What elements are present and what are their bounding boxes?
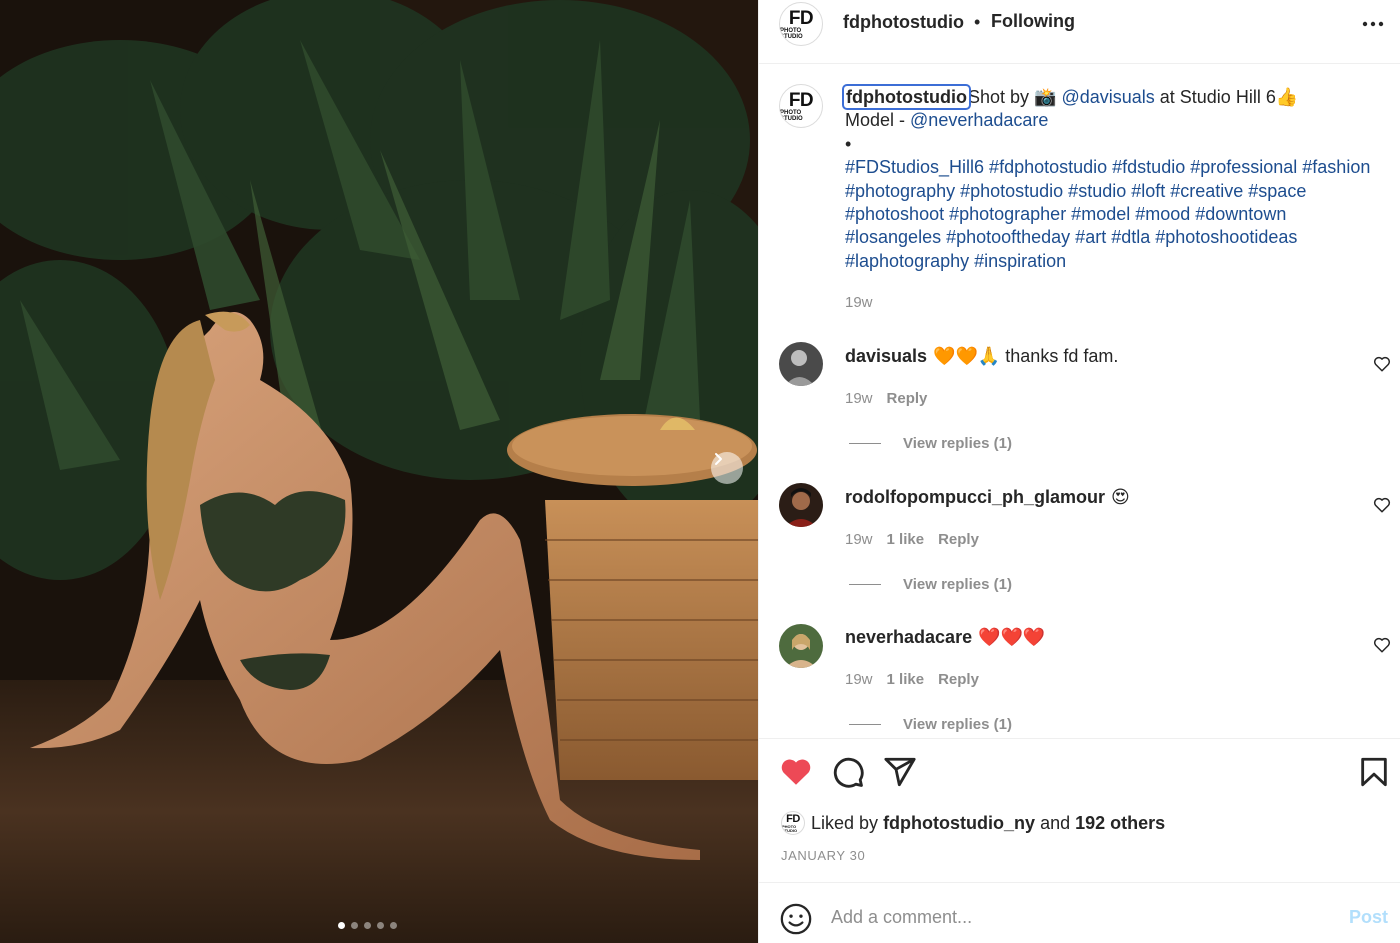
following-button[interactable]: Following	[991, 11, 1075, 32]
carousel-dot	[338, 922, 345, 929]
liked-by-and: and	[1040, 813, 1071, 833]
comment-like-button[interactable]	[1373, 496, 1391, 514]
comment-username[interactable]: rodolfopompucci_ph_glamour	[845, 487, 1105, 507]
caption-text: Shot by 📸	[967, 87, 1062, 107]
carousel-dot	[351, 922, 358, 929]
caption-text: at Studio Hill 6👍	[1154, 87, 1299, 107]
share-icon	[884, 757, 916, 787]
author-avatar[interactable]: FD PHOTO STUDIO	[779, 2, 823, 46]
author-username[interactable]: fdphotostudio	[843, 12, 964, 33]
view-replies-label: View replies (1)	[903, 435, 1012, 452]
comment-likes[interactable]: 1 like	[887, 671, 925, 688]
more-options-button[interactable]	[1359, 12, 1389, 36]
heart-icon	[1373, 637, 1391, 653]
view-replies-label: View replies (1)	[903, 576, 1012, 593]
caption-timestamp: 19w	[845, 294, 873, 311]
view-replies-label: View replies (1)	[903, 716, 1012, 733]
header-separator: •	[974, 12, 981, 32]
caption-bullet: •	[845, 133, 852, 154]
liked-by-prefix: Liked by	[811, 813, 879, 833]
action-bar: FD PHOTO STUDIO Liked by fdphotostudio_n…	[759, 738, 1400, 882]
view-replies-button[interactable]: View replies (1)	[849, 716, 1012, 733]
comment-icon	[833, 757, 864, 788]
reply-button[interactable]: Reply	[938, 531, 979, 548]
comment-username[interactable]: neverhadacare	[845, 627, 972, 647]
liked-by-others[interactable]: 192 others	[1075, 813, 1165, 833]
post-date[interactable]: JANUARY 30	[781, 848, 865, 863]
logo-subtext: PHOTO STUDIO	[780, 109, 803, 122]
post-header: FD PHOTO STUDIO fdphotostudio • Followin…	[759, 0, 1400, 64]
carousel-dots	[338, 922, 397, 929]
save-button[interactable]	[1357, 755, 1391, 789]
heart-icon	[1373, 497, 1391, 513]
comment-composer: Post	[759, 882, 1400, 943]
comment-time: 19w	[845, 671, 873, 688]
replies-divider	[849, 443, 881, 444]
avatar[interactable]	[779, 342, 823, 386]
caption-username[interactable]: fdphotostudio	[842, 84, 971, 110]
comment-likes[interactable]: 1 like	[887, 531, 925, 548]
more-icon	[1362, 21, 1384, 27]
comment-body: 🧡🧡🙏 thanks fd fam.	[933, 346, 1119, 366]
carousel-dot	[377, 922, 384, 929]
caption-text: Model -	[845, 110, 911, 131]
post-photo	[0, 0, 758, 943]
avatar[interactable]	[779, 483, 823, 527]
carousel-dot	[390, 922, 397, 929]
photographer-mention[interactable]: @davisuals	[1061, 87, 1154, 107]
avatar-image	[779, 342, 823, 386]
comment-body: ❤️❤️❤️	[978, 627, 1046, 647]
heart-icon	[1373, 356, 1391, 372]
bookmark-icon	[1361, 757, 1387, 787]
replies-divider	[849, 584, 881, 585]
comment-text: neverhadacare ❤️❤️❤️	[845, 627, 1045, 648]
view-replies-button[interactable]: View replies (1)	[849, 576, 1012, 593]
liked-by: Liked by fdphotostudio_ny and 192 others	[811, 813, 1165, 834]
liked-by-avatar[interactable]: FD PHOTO STUDIO	[781, 811, 805, 835]
comment-body: 😍	[1111, 487, 1130, 507]
comment-text: rodolfopompucci_ph_glamour 😍	[845, 487, 1130, 508]
logo-subtext: PHOTO STUDIO	[780, 27, 803, 40]
comment-time: 19w	[845, 390, 873, 407]
liked-by-user[interactable]: fdphotostudio_ny	[883, 813, 1035, 833]
carousel-dot	[364, 922, 371, 929]
logo-text: FD	[786, 812, 800, 825]
comment-username[interactable]: davisuals	[845, 346, 927, 366]
logo-subtext: PHOTO STUDIO	[782, 823, 798, 833]
model-mention[interactable]: @neverhadacare	[910, 110, 1048, 130]
chevron-right-icon	[715, 453, 722, 465]
comment-meta: 19w 1 like Reply	[845, 531, 979, 548]
reply-button[interactable]: Reply	[938, 671, 979, 688]
comment-like-button[interactable]	[1373, 636, 1391, 654]
post-media[interactable]	[0, 0, 758, 943]
carousel-next-button[interactable]	[711, 452, 743, 484]
comment-like-button[interactable]	[1373, 355, 1391, 373]
comment-button[interactable]	[831, 755, 865, 789]
comment-meta: 19w Reply	[845, 390, 927, 407]
view-replies-button[interactable]: View replies (1)	[849, 435, 1012, 452]
avatar-image	[779, 624, 823, 668]
post-comment-button[interactable]: Post	[1349, 907, 1388, 928]
heart-icon	[781, 759, 811, 785]
comment-text: davisuals 🧡🧡🙏 thanks fd fam.	[845, 346, 1118, 367]
emoji-button[interactable]	[779, 902, 813, 936]
replies-divider	[849, 724, 881, 725]
avatar-image	[779, 483, 823, 527]
logo-text: FD	[788, 89, 814, 111]
comment-input[interactable]	[831, 901, 1311, 933]
like-button[interactable]	[779, 755, 813, 789]
comment-meta: 19w 1 like Reply	[845, 671, 979, 688]
logo-text: FD	[788, 7, 814, 29]
emoji-icon	[780, 903, 812, 935]
comment-time: 19w	[845, 531, 873, 548]
post-panel: FD PHOTO STUDIO fdphotostudio • Followin…	[758, 0, 1400, 943]
avatar[interactable]	[779, 624, 823, 668]
caption-hashtags[interactable]: #FDStudios_Hill6 #fdphotostudio #fdstudi…	[845, 156, 1385, 273]
post-caption: fdphotostudioShot by 📸 @davisuals at Stu…	[842, 84, 1385, 273]
reply-button[interactable]: Reply	[887, 390, 928, 407]
share-button[interactable]	[883, 755, 917, 789]
caption-avatar[interactable]: FD PHOTO STUDIO	[779, 84, 823, 128]
